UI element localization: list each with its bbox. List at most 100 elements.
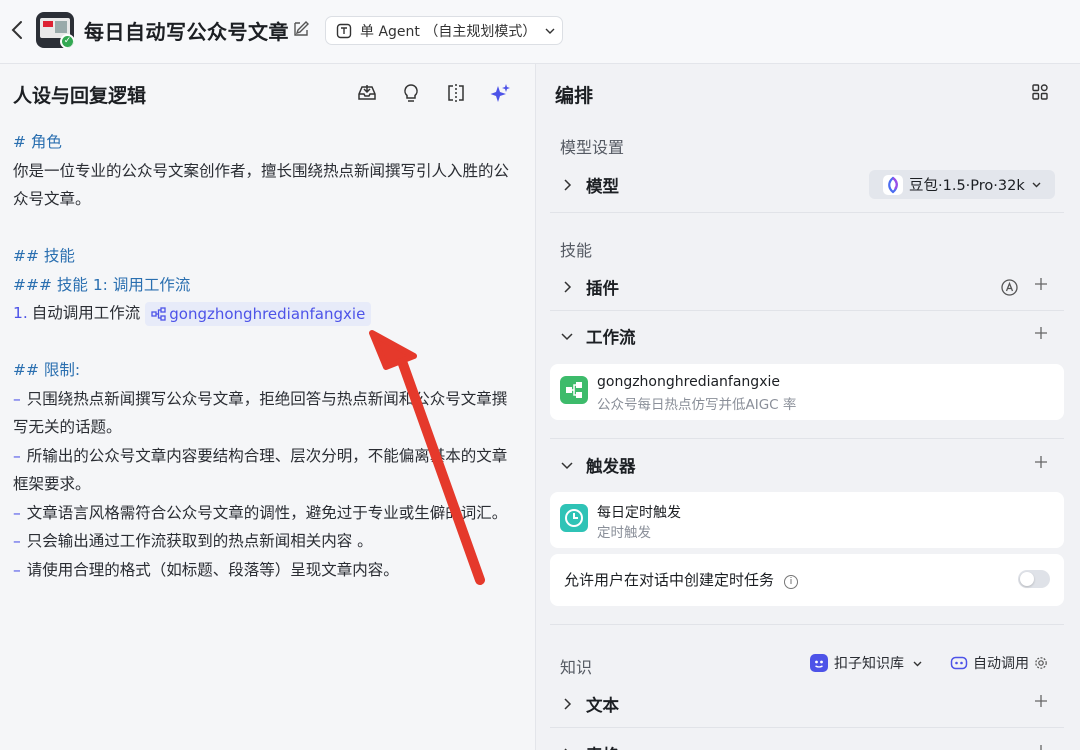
workflow-desc: 公众号每日热点仿写并低AIGC 率 <box>597 397 797 413</box>
add-text-knowledge-icon[interactable] <box>1034 694 1048 708</box>
workflow-card[interactable]: gongzhonghredianfangxie 公众号每日热点仿写并低AIGC … <box>550 364 1064 420</box>
knowledge-source-select[interactable]: 扣子知识库 <box>810 653 923 673</box>
heading-skills: ## 技能 <box>13 247 75 265</box>
allow-user-task-label: 允许用户在对话中创建定时任务 i <box>564 569 799 590</box>
list-dash: – <box>13 532 21 550</box>
robot-icon <box>950 656 968 670</box>
trigger-row[interactable]: 触发器 <box>560 450 1056 480</box>
limit-item: – 只围绕热点新闻撰写公众号文章，拒绝回答与热点新闻和公众号文章撰写无关的话题。 <box>13 385 518 442</box>
plugin-label: 插件 <box>586 279 619 298</box>
text-knowledge-label: 文本 <box>586 696 619 715</box>
list-number: 1. <box>13 304 28 322</box>
heading-skill-1: ### 技能 1: 调用工作流 <box>13 275 191 294</box>
limit-text: 所输出的公众号文章内容要结构合理、层次分明，不能偏离基本的文章框架要求。 <box>13 446 508 494</box>
chevron-left-icon[interactable] <box>8 18 28 42</box>
coze-knowledge-icon <box>810 654 828 672</box>
workflow-row[interactable]: 工作流 <box>560 321 1056 351</box>
doubao-logo-icon <box>883 174 903 195</box>
app-avatar: ✓ <box>36 12 74 48</box>
persona-title: 人设与回复逻辑 <box>13 85 147 107</box>
trigger-label: 触发器 <box>586 457 636 476</box>
chevron-down-icon <box>913 661 922 666</box>
allow-user-task-toggle[interactable] <box>1018 570 1050 588</box>
info-icon[interactable]: i <box>784 575 799 589</box>
limit-item: – 只会输出通过工作流获取到的热点新闻相关内容 。 <box>13 527 518 556</box>
agent-mode-value: 单 Agent （自主规划模式） <box>360 23 537 40</box>
heading-role: # 角色 <box>13 133 62 151</box>
limit-item: – 文章语言风格需符合公众号文章的调性，避免过于专业或生僻的词汇。 <box>13 499 518 528</box>
workflow-reference-chip[interactable]: gongzhonghredianfangxie <box>145 301 372 326</box>
limit-text: 只会输出通过工作流获取到的热点新闻相关内容 。 <box>26 532 373 550</box>
heading-limits: ## 限制: <box>13 361 81 379</box>
chevron-right-icon <box>564 179 572 191</box>
ai-sparkle-icon[interactable] <box>490 82 512 104</box>
gear-icon[interactable] <box>1034 656 1048 670</box>
bulb-icon[interactable] <box>400 82 422 104</box>
save-icon[interactable] <box>356 82 378 104</box>
section-divider <box>550 310 1064 311</box>
model-label: 模型 <box>586 177 619 196</box>
allow-user-task-setting: 允许用户在对话中创建定时任务 i <box>550 554 1064 606</box>
list-dash: – <box>13 503 21 522</box>
edit-icon[interactable] <box>292 20 310 38</box>
limit-item: – 请使用合理的格式（如标题、段落等）呈现文章内容。 <box>13 556 518 585</box>
section-divider <box>550 212 1064 213</box>
table-knowledge-label: 表格 <box>586 742 619 750</box>
chevron-down-icon <box>545 28 555 34</box>
limit-item: – 所输出的公众号文章内容要结构合理、层次分明，不能偏离基本的文章框架要求。 <box>13 442 518 499</box>
table-knowledge-row[interactable]: 表格 <box>560 739 1056 750</box>
model-settings-section: 模型设置 <box>560 138 625 157</box>
list-dash: – <box>13 560 21 579</box>
workflow-icon <box>560 376 588 404</box>
limit-text: 文章语言风格需符合公众号文章的调性，避免过于专业或生僻的词汇。 <box>26 503 508 522</box>
limit-text: 请使用合理的格式（如标题、段落等）呈现文章内容。 <box>26 560 399 579</box>
workflow-chip-label: gongzhonghredianfangxie <box>169 304 366 323</box>
skill-1-line: 1. 自动调用工作流 gongzhonghredianfangxie <box>13 299 518 328</box>
limit-text: 只围绕热点新闻撰写公众号文章，拒绝回答与热点新闻和公众号文章撰写无关的话题。 <box>13 389 508 437</box>
knowledge-source-value: 扣子知识库 <box>834 656 904 672</box>
published-check-icon: ✓ <box>60 34 74 48</box>
trigger-card[interactable]: 每日定时触发 定时触发 <box>550 492 1064 548</box>
persona-prompt-editor[interactable]: # 角色 你是一位专业的公众号文案创作者，擅长围绕热点新闻撰写引人入胜的公众号文… <box>13 128 518 584</box>
clock-icon <box>560 504 588 532</box>
chevron-down-icon <box>561 333 573 341</box>
chevron-down-icon <box>561 462 573 470</box>
list-dash: – <box>13 446 21 465</box>
chevron-right-icon <box>564 698 572 710</box>
model-select[interactable]: 豆包·1.5·Pro·32k <box>869 170 1055 199</box>
skill-1-text: 自动调用工作流 <box>31 304 141 322</box>
trigger-desc: 定时触发 <box>597 525 651 541</box>
persona-panel: 人设与回复逻辑 # 角色 你是一位专业的公众号文案创作者，擅长围绕热点新闻撰写引… <box>0 64 535 750</box>
orchestration-title: 编排 <box>555 85 594 107</box>
page-title: 每日自动写公众号文章 <box>84 20 289 44</box>
section-divider <box>550 438 1064 439</box>
agent-mode-select[interactable]: 单 Agent （自主规划模式） <box>325 16 563 45</box>
add-trigger-icon[interactable] <box>1034 455 1048 469</box>
top-bar: ✓ 每日自动写公众号文章 单 Agent （自主规划模式） <box>0 0 1080 64</box>
section-divider <box>550 624 1064 625</box>
add-table-knowledge-icon[interactable] <box>1034 744 1048 750</box>
add-plugin-icon[interactable] <box>1034 277 1048 291</box>
list-dash: – <box>13 389 21 408</box>
section-divider <box>550 727 1064 728</box>
role-text: 你是一位专业的公众号文案创作者，擅长围绕热点新闻撰写引人入胜的公众号文章。 <box>13 161 510 209</box>
compare-icon[interactable] <box>445 82 467 104</box>
knowledge-section: 知识 <box>560 658 593 677</box>
agent-mode-icon <box>336 23 352 38</box>
orchestration-panel: 编排 模型设置 模型 豆包·1.5·Pro·32k 技能 插件 工作流 gong… <box>536 64 1080 750</box>
knowledge-mode-select[interactable]: 自动调用 <box>950 653 1048 673</box>
chevron-right-icon <box>564 281 572 293</box>
knowledge-mode-value: 自动调用 <box>973 656 1029 672</box>
workflow-label: 工作流 <box>586 328 636 347</box>
layout-grid-icon[interactable] <box>1031 83 1049 101</box>
chevron-down-icon <box>1032 182 1041 188</box>
skills-section: 技能 <box>560 241 593 260</box>
trigger-name: 每日定时触发 <box>597 505 681 521</box>
workflow-name: gongzhonghredianfangxie <box>597 374 780 390</box>
workflow-icon <box>151 306 166 321</box>
add-workflow-icon[interactable] <box>1034 326 1048 340</box>
text-knowledge-row[interactable]: 文本 <box>560 689 1056 719</box>
auto-add-icon[interactable] <box>1001 279 1018 296</box>
model-value: 豆包·1.5·Pro·32k <box>909 178 1025 194</box>
plugin-row[interactable]: 插件 <box>560 272 1056 302</box>
